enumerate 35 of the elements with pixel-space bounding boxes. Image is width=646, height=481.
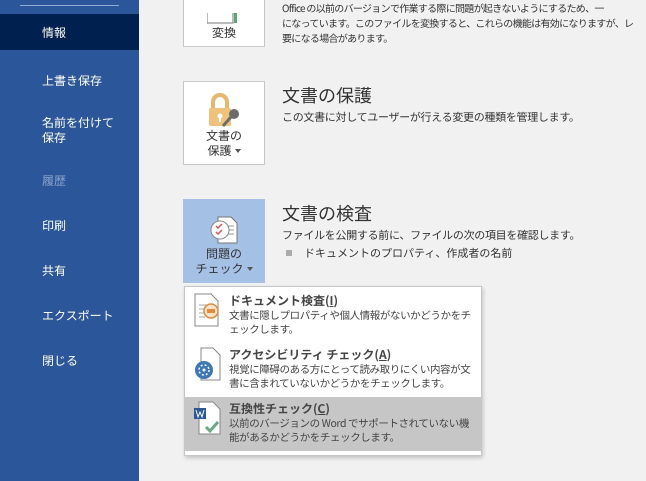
section-description: になっています。このファイルを変換すると、これらの機能は有効になりますが、レ [282,15,634,30]
section-title: 文書の保護 [282,83,373,107]
lock-key-icon [207,92,241,128]
sidebar-item[interactable]: 情報 [0,14,139,50]
caret-icon [234,148,240,152]
section-description: Office の以前のバージョンで作業する際に問題が起きないようにするため、一 [282,0,605,15]
sidebar-item[interactable]: エクスポート [0,295,139,335]
menu-item[interactable]: 互換性チェック(C) 以前のバージョンの Word でサポートされていない機能があるかどうかをチェックします。 [185,397,481,451]
accessibility-icon [193,347,221,381]
caret-icon [246,266,252,270]
menu-item[interactable]: ドキュメント検査(I) 文書に隠しプロパティや個人情報がないかどうかをチェックします。 [185,289,481,343]
sidebar-item[interactable]: 閉じる [0,340,139,380]
inspect-button[interactable]: 問題の チェック [183,199,265,283]
menu-item-title: 互換性チェック(C) [229,401,331,417]
menu-item-description: 文書に隠しプロパティや個人情報がないかどうかをチェックします。 [229,309,472,337]
sidebar-item[interactable]: 共有 [0,250,139,290]
bullet-icon [286,250,292,256]
convert-button[interactable]: 変換 [183,0,265,47]
menu-item[interactable]: アクセシビリティ チェック(A) 視覚に障碍のある方にとって読み取りにくい内容が文書に含まれていないかどうかをチェックします。 [185,343,481,397]
sidebar-item[interactable]: 印刷 [0,205,139,245]
section-title: 文書の検査 [282,201,373,225]
menu-item-title: アクセシビリティ チェック(A) [229,347,392,363]
section-description: この文書に対してユーザーが行える変更の種類を管理します。 [282,110,580,125]
section-description: 要になる場合があります。 [282,30,394,45]
menu-item-description: 視覚に障碍のある方にとって読み取りにくい内容が文書に含まれていないかどうかをチェックします。 [229,363,472,391]
sidebar-item[interactable]: 上書き保存 [0,60,139,100]
section-description: ファイルを公開する前に、ファイルの次の項目を確認します。 [282,228,580,243]
sidebar-item[interactable]: 名前を付けて保存 [0,105,139,155]
menu-item-title: ドキュメント検査(I) [229,293,340,309]
checklist-icon [208,214,240,246]
bullet-text: ドキュメントのプロパティ、作成者の名前 [304,245,512,261]
protect-button[interactable]: 文書の 保護 [183,81,265,165]
document-inspect-icon [193,293,221,327]
menu-item-description: 以前のバージョンの Word でサポートされていない機能があるかどうかをチェックします。 [229,417,470,445]
word-compatibility-icon [193,401,221,435]
